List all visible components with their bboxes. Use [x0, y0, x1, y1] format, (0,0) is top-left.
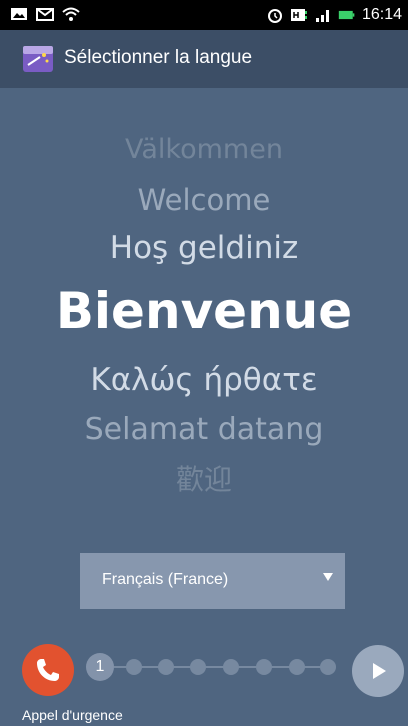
hplus-icon	[290, 9, 307, 21]
phone-icon	[37, 659, 59, 681]
setup-screen: 16:14 Sélectionner la langue Välkommen W…	[0, 0, 408, 726]
page-title: Sélectionner la langue	[64, 47, 253, 68]
play-arrow-icon	[373, 663, 386, 679]
step-dot	[320, 659, 336, 675]
status-time: 16:14	[361, 6, 402, 23]
welcome-word: Välkommen	[125, 134, 283, 165]
emergency-call-label[interactable]: Appel d'urgence	[22, 707, 123, 723]
step-dot	[223, 659, 239, 675]
step-dot	[190, 659, 206, 675]
welcome-word: Selamat datang	[84, 412, 324, 447]
step-dot	[126, 659, 142, 675]
wifi-icon	[62, 7, 80, 21]
step-dot	[256, 659, 272, 675]
setup-wizard-icon	[23, 46, 53, 72]
step-dot	[158, 659, 174, 675]
signal-icon	[315, 10, 329, 22]
status-bar: 16:14	[0, 0, 408, 30]
welcome-word: Hoş geldiniz	[109, 230, 299, 266]
app-bar: Sélectionner la langue	[0, 30, 408, 88]
image-icon	[11, 8, 27, 20]
language-select-value: Français (France)	[102, 571, 229, 588]
dropdown-arrow-icon	[323, 573, 333, 581]
current-step-indicator: 1	[86, 653, 114, 681]
step-progress: 1	[86, 653, 336, 687]
mail-icon	[36, 8, 54, 21]
next-button[interactable]	[352, 645, 404, 697]
step-dot	[289, 659, 305, 675]
welcome-word: Καλώς ήρθατε	[90, 362, 318, 398]
battery-icon	[338, 10, 355, 20]
emergency-call-button[interactable]	[22, 644, 74, 696]
language-select[interactable]: Français (France)	[80, 553, 345, 609]
alarm-icon	[267, 9, 282, 23]
welcome-word: Welcome	[137, 183, 271, 217]
welcome-word: 歡迎	[175, 463, 232, 496]
welcome-word-current: Bienvenue	[55, 282, 353, 340]
